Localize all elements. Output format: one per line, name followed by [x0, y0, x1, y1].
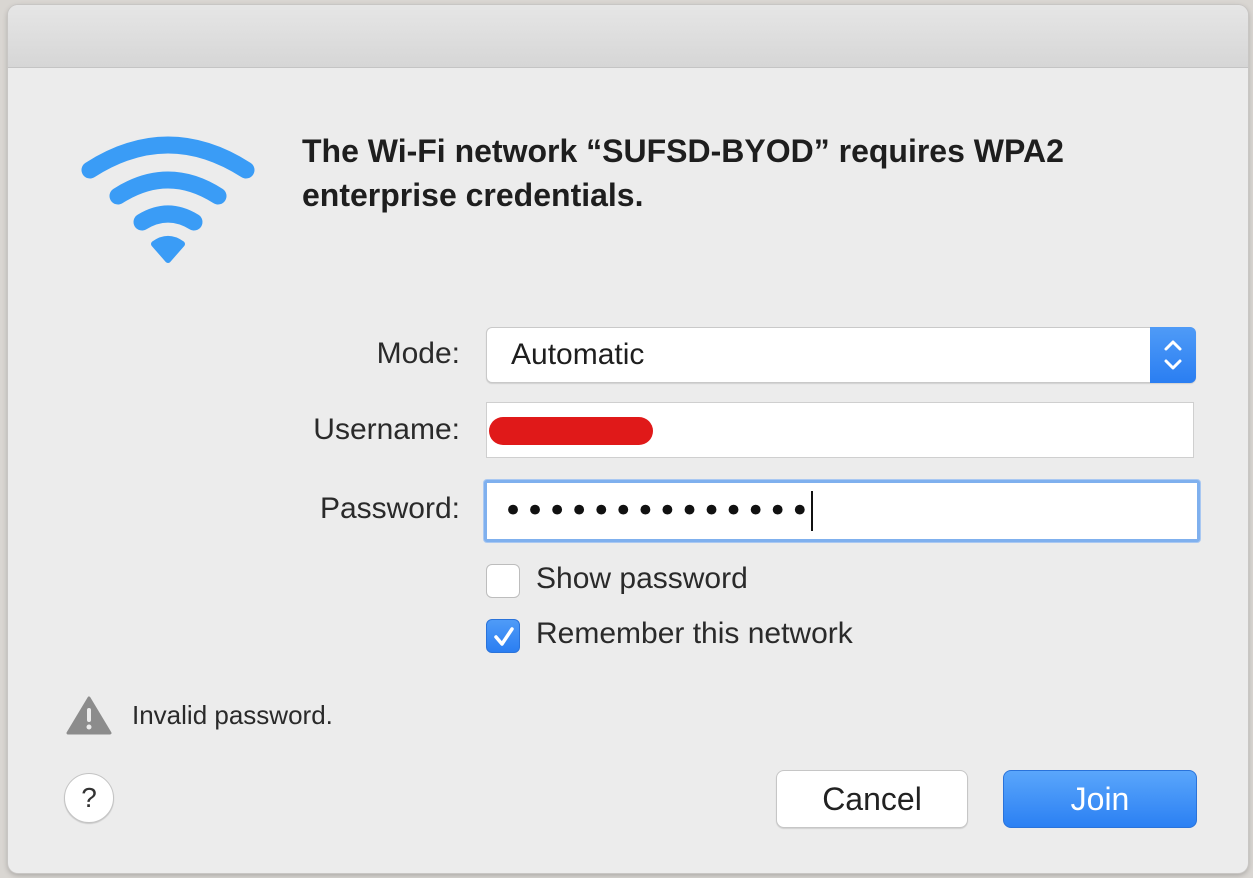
password-field[interactable]: ••••••••••••••: [484, 480, 1200, 542]
checkmark-icon: [494, 627, 514, 646]
title-bar[interactable]: [8, 5, 1248, 68]
username-field[interactable]: [486, 402, 1194, 458]
password-label: Password:: [319, 492, 460, 525]
help-button[interactable]: ?: [64, 773, 114, 823]
join-button[interactable]: Join: [1003, 770, 1197, 828]
redaction-mark: [489, 417, 653, 445]
password-masked-value: ••••••••••••••: [503, 491, 812, 531]
invalid-password-message: Invalid password.: [132, 700, 333, 730]
mode-label: Mode:: [376, 337, 460, 370]
username-label: Username:: [313, 413, 460, 446]
warning-triangle-icon: [66, 696, 112, 735]
remember-network-label[interactable]: Remember this network: [536, 617, 853, 651]
show-password-label[interactable]: Show password: [536, 562, 748, 596]
show-password-checkbox[interactable]: [486, 564, 520, 598]
mode-select-value: Automatic: [511, 338, 645, 371]
dialog-headline: The Wi-Fi network “SUFSD-BYOD” requires …: [302, 133, 1064, 213]
mode-select[interactable]: Automatic: [486, 327, 1196, 383]
wifi-credentials-dialog: The Wi-Fi network “SUFSD-BYOD” requires …: [8, 5, 1248, 873]
text-caret: [811, 491, 813, 531]
remember-network-checkbox[interactable]: [486, 619, 520, 653]
cancel-button[interactable]: Cancel: [776, 770, 968, 828]
wifi-icon: [81, 136, 255, 263]
chevron-updown-icon[interactable]: [1150, 327, 1196, 383]
